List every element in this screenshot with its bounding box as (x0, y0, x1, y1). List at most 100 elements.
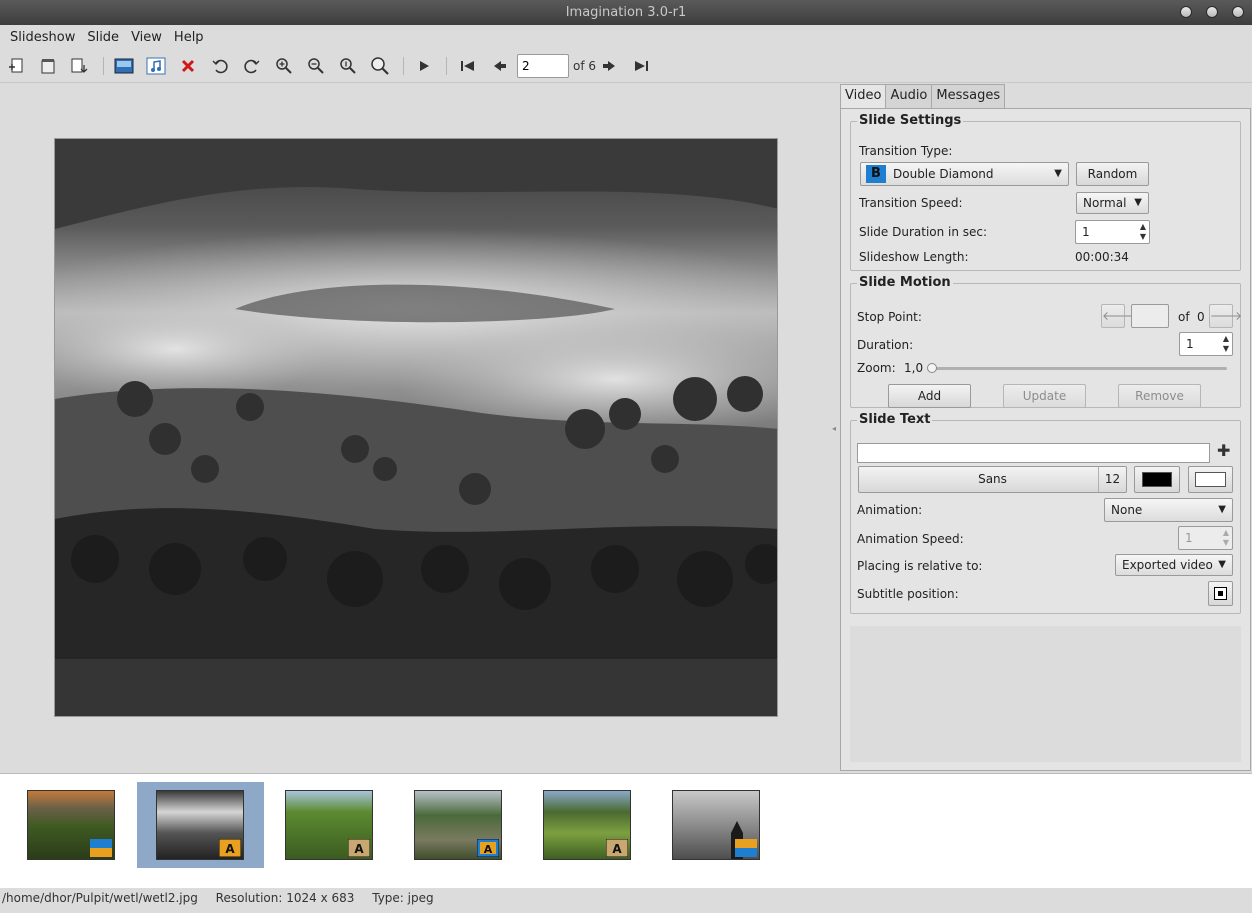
next-slide-icon[interactable] (597, 54, 621, 78)
slide-preview[interactable] (54, 138, 778, 717)
stop-point-total: 0 (1197, 310, 1205, 324)
svg-text:A: A (354, 842, 364, 856)
delete-slide-icon[interactable] (176, 54, 200, 78)
chevron-down-icon: ▼ (1054, 168, 1062, 179)
video-tab-panel: Slide Settings Transition Type: B Double… (840, 108, 1251, 771)
import-pictures-icon[interactable] (112, 54, 136, 78)
spinner-arrows-icon: ▲ ▼ (1222, 528, 1229, 547)
slide-thumbnail-3[interactable]: A (285, 790, 373, 860)
zoom-value: 1,0 (904, 361, 924, 375)
slide-duration-label: Slide Duration in sec: (859, 225, 988, 239)
transition-badge-icon: A (606, 839, 628, 857)
chevron-down-icon: ▼ (1134, 197, 1142, 208)
tab-messages[interactable]: Messages (931, 84, 1006, 108)
subtitle-position-label: Subtitle position: (857, 587, 959, 601)
close-window-button[interactable] (1232, 6, 1244, 18)
chevron-down-icon: ▼ (1218, 504, 1226, 515)
properties-tabs: Video Audio Messages (840, 84, 1006, 109)
background-color-button[interactable] (1188, 466, 1233, 493)
zoom-in-icon[interactable] (272, 54, 296, 78)
transition-type-badge: B (866, 165, 886, 183)
maximize-button[interactable] (1206, 6, 1218, 18)
zoom-slider[interactable] (927, 363, 1227, 373)
motion-duration-spinner[interactable]: 1 ▲ ▼ (1179, 332, 1233, 356)
slide-thumbnail-4[interactable]: A (414, 790, 502, 860)
slide-text-group: Slide Text ✚ Sans 12 Animation: None ▼ A… (850, 412, 1241, 614)
animation-speed-spinner[interactable]: 1 ▲ ▼ (1178, 526, 1233, 550)
motion-duration-value: 1 (1186, 337, 1194, 351)
pane-resize-handle[interactable]: ◂ (832, 424, 838, 433)
animation-select[interactable]: None ▼ (1104, 498, 1233, 522)
animation-speed-value: 1 (1185, 531, 1193, 545)
menu-slideshow[interactable]: Slideshow (4, 30, 81, 45)
empty-panel-area (850, 626, 1241, 762)
rotate-right-icon[interactable] (240, 54, 264, 78)
last-slide-icon[interactable] (629, 54, 653, 78)
add-stop-point-button[interactable]: Add (888, 384, 971, 408)
spinner-arrows-icon[interactable]: ▲ ▼ (1223, 334, 1229, 354)
expand-text-icon[interactable]: ✚ (1217, 441, 1230, 460)
subtitle-position-button[interactable] (1208, 581, 1233, 606)
play-icon[interactable] (412, 54, 436, 78)
placing-select[interactable]: Exported video ▼ (1115, 554, 1233, 576)
save-slideshow-icon[interactable] (68, 54, 92, 78)
slide-motion-title: Slide Motion (857, 275, 953, 290)
previous-slide-icon[interactable] (488, 54, 512, 78)
statusbar: /home/dhor/Pulpit/wetl/wetl2.jpg Resolut… (0, 888, 1252, 913)
placing-value: Exported video (1122, 558, 1213, 572)
slide-thumbnail-6[interactable] (672, 790, 760, 860)
slide-duration-spinner[interactable]: 1 ▲ ▼ (1075, 220, 1150, 244)
slide-thumbnail-2[interactable]: A (156, 790, 244, 860)
slide-thumbnail-5[interactable]: A (543, 790, 631, 860)
text-color-button[interactable] (1134, 466, 1180, 493)
slide-preview-image (55, 139, 777, 716)
first-slide-icon[interactable] (456, 54, 480, 78)
background-color-swatch (1195, 472, 1226, 487)
tab-audio[interactable]: Audio (885, 84, 933, 108)
placing-label: Placing is relative to: (857, 559, 983, 573)
zoom-normal-icon[interactable] (336, 54, 360, 78)
slide-settings-group: Slide Settings Transition Type: B Double… (850, 113, 1241, 271)
update-stop-point-button[interactable]: Update (1003, 384, 1086, 408)
window-title: Imagination 3.0-r1 (565, 5, 687, 20)
previous-stop-point-button[interactable]: 🡐 (1101, 304, 1134, 328)
toolbar (0, 49, 1252, 83)
transition-badge-icon: A (348, 839, 370, 857)
zoom-fit-icon[interactable] (368, 54, 392, 78)
remove-stop-point-button[interactable]: Remove (1118, 384, 1201, 408)
slideshow-length-value: 00:00:34 (1075, 250, 1129, 264)
tab-video[interactable]: Video (840, 84, 887, 109)
menu-view[interactable]: View (125, 30, 168, 45)
minimize-button[interactable] (1180, 6, 1192, 18)
font-button[interactable]: Sans 12 (858, 466, 1127, 493)
zoom-slider-handle[interactable] (927, 363, 937, 373)
next-stop-point-button[interactable]: 🡒 (1209, 304, 1242, 328)
stop-point-input[interactable] (1131, 304, 1169, 328)
menu-help[interactable]: Help (168, 30, 210, 45)
menu-slide[interactable]: Slide (81, 30, 125, 45)
font-name: Sans (978, 472, 1007, 486)
font-size: 12 (1098, 467, 1126, 492)
zoom-out-icon[interactable] (304, 54, 328, 78)
transition-type-value: Double Diamond (893, 167, 994, 181)
transition-type-select[interactable]: B Double Diamond ▼ (860, 162, 1069, 186)
slide-number-input[interactable] (517, 54, 569, 78)
slideshow-length-label: Slideshow Length: (859, 250, 969, 264)
transition-badge-icon: A (477, 839, 499, 857)
slide-thumbnail-1[interactable] (27, 790, 115, 860)
import-music-icon[interactable] (144, 54, 168, 78)
arrow-right-icon: 🡒 (1210, 309, 1243, 323)
transition-badge-icon (90, 839, 112, 857)
slide-text-input[interactable] (857, 443, 1210, 463)
window-controls (1180, 6, 1244, 18)
rotate-left-icon[interactable] (208, 54, 232, 78)
transition-speed-select[interactable]: Normal ▼ (1076, 192, 1149, 214)
svg-text:A: A (612, 842, 622, 856)
spinner-arrows-icon[interactable]: ▲ ▼ (1140, 222, 1146, 242)
position-grid-icon (1214, 587, 1227, 600)
zoom-label: Zoom: (857, 361, 896, 375)
new-slideshow-icon[interactable] (4, 54, 28, 78)
chevron-down-icon: ▼ (1218, 559, 1226, 570)
open-slideshow-icon[interactable] (36, 54, 60, 78)
random-button[interactable]: Random (1076, 162, 1149, 186)
